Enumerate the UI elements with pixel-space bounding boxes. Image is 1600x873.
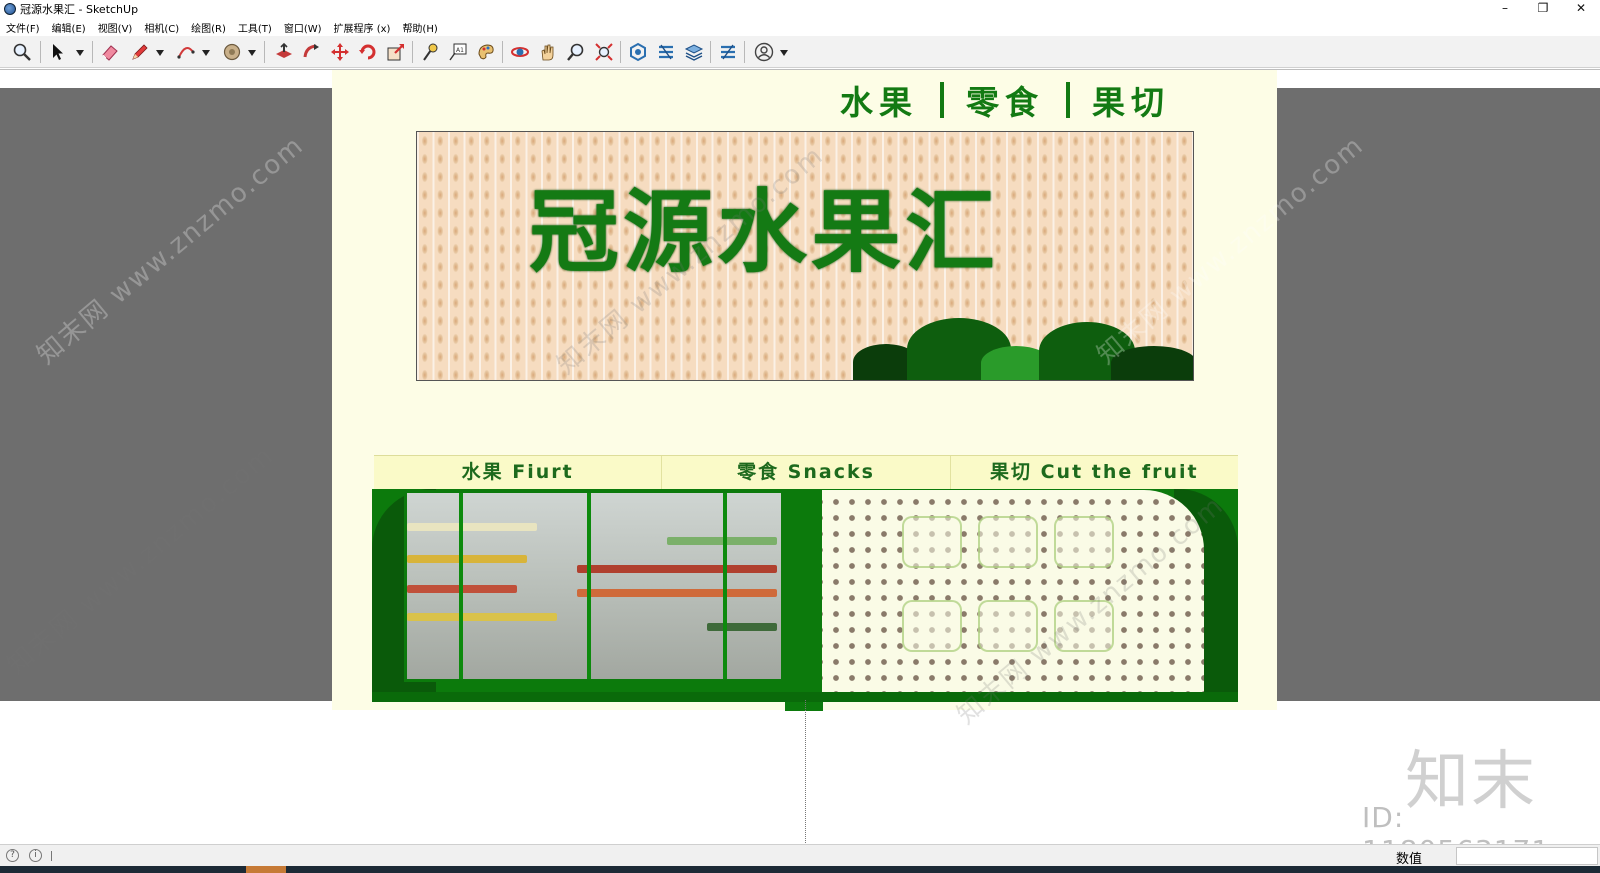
display-shelf bbox=[667, 537, 777, 545]
fruit-outline-icon bbox=[1054, 516, 1114, 568]
center-post bbox=[785, 489, 823, 711]
orbit-icon[interactable] bbox=[508, 40, 532, 64]
paint-icon[interactable] bbox=[474, 40, 498, 64]
green-axis-line bbox=[805, 700, 806, 844]
rotate-icon[interactable] bbox=[356, 40, 380, 64]
slogan-snacks: 零食 bbox=[966, 83, 1044, 122]
account-dropdown-icon[interactable] bbox=[780, 50, 788, 56]
sketchup-app-icon bbox=[4, 3, 16, 15]
display-shelf bbox=[407, 555, 527, 563]
eraser-icon[interactable] bbox=[98, 40, 122, 64]
toolbar-separator bbox=[92, 41, 93, 63]
window-controls: – ❐ ✕ bbox=[1486, 0, 1600, 18]
pencil-icon[interactable] bbox=[128, 40, 152, 64]
window-mullion bbox=[587, 493, 591, 679]
display-shelf bbox=[707, 623, 777, 631]
status-bar: ? i 数值 bbox=[0, 844, 1600, 867]
os-taskbar bbox=[0, 866, 1600, 873]
text-icon[interactable]: A1 bbox=[446, 40, 470, 64]
menu-file[interactable]: 文件(F) bbox=[6, 20, 40, 35]
follow-me-icon[interactable] bbox=[300, 40, 324, 64]
fruit-outline-icon bbox=[978, 516, 1038, 568]
pencil-dropdown-icon[interactable] bbox=[156, 50, 164, 56]
svg-text:A1: A1 bbox=[456, 47, 464, 54]
toolbar-separator bbox=[412, 41, 413, 63]
model-viewport[interactable]: 水果 零食 果切 冠源水果汇 水果 Fiurt 零食 Snacks 果切 Cut… bbox=[0, 69, 1600, 844]
display-shelf bbox=[577, 589, 777, 597]
paint-bucket-icon[interactable] bbox=[220, 40, 244, 64]
menu-camera[interactable]: 相机(C) bbox=[144, 20, 179, 35]
move-icon[interactable] bbox=[328, 40, 352, 64]
pan-icon[interactable] bbox=[536, 40, 560, 64]
fruit-outline-icon bbox=[902, 516, 962, 568]
shop-name: 冠源水果汇 bbox=[529, 180, 999, 285]
select-icon[interactable] bbox=[46, 40, 70, 64]
measurements-label: 数值 bbox=[1396, 852, 1423, 867]
ground-plane bbox=[0, 701, 1600, 844]
zoom-icon[interactable] bbox=[10, 40, 34, 64]
menu-window[interactable]: 窗口(W) bbox=[284, 20, 322, 35]
arc-dropdown-icon[interactable] bbox=[202, 50, 210, 56]
window-mullion bbox=[723, 493, 727, 679]
toolbar-separator bbox=[744, 41, 745, 63]
toolbar-separator bbox=[710, 41, 711, 63]
status-separator bbox=[51, 851, 52, 861]
display-shelf bbox=[407, 613, 557, 621]
menu-tools[interactable]: 工具(T) bbox=[238, 20, 272, 35]
slogan-cut-fruit: 果切 bbox=[1092, 83, 1170, 122]
band-snacks: 零食 Snacks bbox=[662, 456, 951, 489]
info-icon[interactable]: i bbox=[29, 849, 42, 862]
styles-icon[interactable] bbox=[716, 40, 740, 64]
zoom-tool-icon[interactable] bbox=[564, 40, 588, 64]
menu-extensions[interactable]: 扩展程序 (x) bbox=[334, 20, 391, 35]
title-bar: 冠源水果汇 - SketchUp – ❐ ✕ bbox=[0, 0, 1600, 18]
menu-view[interactable]: 视图(V) bbox=[98, 20, 133, 35]
display-shelf bbox=[407, 523, 537, 531]
select-dropdown-icon[interactable] bbox=[76, 50, 84, 56]
account-icon[interactable] bbox=[752, 40, 776, 64]
fruit-outline-icon bbox=[902, 600, 962, 652]
arc-icon[interactable] bbox=[174, 40, 198, 64]
slogan-fruit: 水果 bbox=[840, 83, 918, 122]
window-title: 冠源水果汇 - SketchUp bbox=[20, 3, 139, 16]
taskbar-active-app[interactable] bbox=[246, 866, 286, 873]
top-slogan: 水果 零食 果切 bbox=[840, 76, 1170, 124]
menu-bar: 文件(F) 编辑(E) 视图(V) 相机(C) 绘图(R) 工具(T) 窗口(W… bbox=[0, 18, 1600, 36]
brand-id-watermark: ID: 1180563171 bbox=[1362, 801, 1549, 844]
zoom-extents-icon[interactable] bbox=[592, 40, 616, 64]
shop-window bbox=[404, 490, 784, 682]
toolbar-separator bbox=[620, 41, 621, 63]
minimize-button[interactable]: – bbox=[1486, 0, 1524, 18]
measurements-input[interactable] bbox=[1456, 847, 1598, 865]
storefront-band: 水果 Fiurt 零食 Snacks 果切 Cut the fruit bbox=[374, 455, 1238, 489]
extension-icon[interactable] bbox=[654, 40, 678, 64]
band-cut-fruit: 果切 Cut the fruit bbox=[989, 461, 1199, 483]
paint-dropdown-icon[interactable] bbox=[248, 50, 256, 56]
tape-measure-icon[interactable] bbox=[418, 40, 442, 64]
band-fruit: 水果 Fiurt bbox=[374, 456, 663, 489]
restore-button[interactable]: ❐ bbox=[1524, 0, 1562, 18]
slogan-divider bbox=[940, 82, 944, 118]
scale-icon[interactable] bbox=[384, 40, 408, 64]
display-shelf bbox=[577, 565, 777, 573]
window-mullion bbox=[459, 493, 463, 679]
toolbar-separator bbox=[264, 41, 265, 63]
warehouse-icon[interactable] bbox=[626, 40, 650, 64]
geo-location-icon[interactable]: ? bbox=[6, 849, 19, 862]
menu-help[interactable]: 帮助(H) bbox=[402, 20, 437, 35]
close-button[interactable]: ✕ bbox=[1562, 0, 1600, 18]
main-toolbar: A1 bbox=[0, 36, 1600, 68]
menu-draw[interactable]: 绘图(R) bbox=[191, 20, 226, 35]
toolbar-separator bbox=[40, 41, 41, 63]
layers-icon[interactable] bbox=[682, 40, 706, 64]
toolbar-separator bbox=[502, 41, 503, 63]
slogan-divider bbox=[1066, 82, 1070, 118]
push-pull-icon[interactable] bbox=[272, 40, 296, 64]
menu-edit[interactable]: 编辑(E) bbox=[52, 20, 86, 35]
